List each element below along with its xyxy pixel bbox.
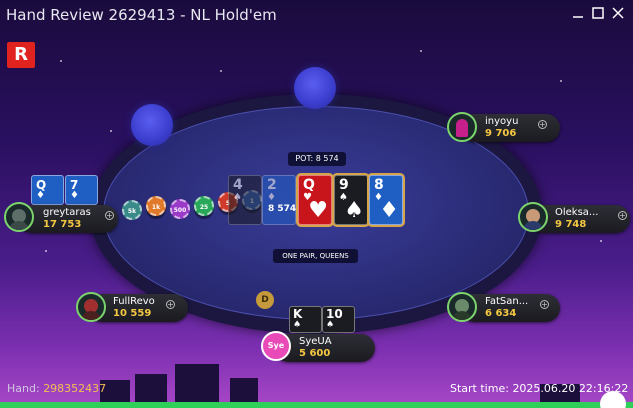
side-amount: 8 574 bbox=[268, 204, 297, 214]
avatar-inyoyu[interactable] bbox=[447, 112, 477, 142]
add-note-icon[interactable]: + bbox=[618, 211, 627, 220]
window-titlebar: Hand Review 2629413 - NL Hold'em bbox=[0, 0, 633, 30]
board-card-4: 9 ♠ ♠ bbox=[334, 175, 368, 225]
card-rank: Q bbox=[303, 177, 315, 193]
player-name: Oleksa... bbox=[555, 207, 599, 218]
star bbox=[560, 80, 562, 82]
avatar-oleksa[interactable] bbox=[518, 202, 548, 232]
empty-seat-top[interactable] bbox=[294, 67, 336, 109]
player-name: FullRevo bbox=[113, 296, 155, 307]
add-note-icon[interactable]: + bbox=[166, 300, 175, 309]
player-name: SyeUA bbox=[299, 336, 332, 347]
board-card-3: Q ♥ ♥ bbox=[298, 175, 332, 225]
minimize-icon[interactable] bbox=[571, 6, 585, 20]
card-suit: ♠ bbox=[326, 320, 335, 330]
logo-letter: R bbox=[14, 44, 28, 65]
player-stack: 9 748 bbox=[555, 219, 587, 230]
player-name: inyoyu bbox=[485, 116, 519, 127]
star bbox=[60, 60, 62, 62]
card-suit-large: ♠ bbox=[344, 198, 364, 223]
hole-card-syeua-1: K ♠ bbox=[289, 306, 322, 333]
avatar-syeua[interactable]: Sye bbox=[261, 331, 291, 361]
hand-id-label: Hand: 298352437 bbox=[7, 382, 106, 395]
hole-card-greytaras-1: Q ♦ bbox=[31, 175, 64, 205]
start-time-prefix: Start time: bbox=[450, 382, 509, 395]
player-stack: 9 706 bbox=[485, 128, 517, 139]
avatar-fullrevo[interactable] bbox=[76, 292, 106, 322]
card-rank: 4 bbox=[233, 177, 243, 193]
maximize-icon[interactable] bbox=[591, 6, 605, 20]
brand-logo: R bbox=[7, 42, 35, 68]
player-name: FatSan... bbox=[485, 296, 529, 307]
card-suit: ♦ bbox=[70, 190, 79, 201]
card-suit-large: ♥ bbox=[308, 198, 328, 223]
board-card-5: 8 ♦ ♦ bbox=[369, 175, 403, 225]
close-icon[interactable] bbox=[611, 6, 625, 20]
board-card-1: 4 ♠ bbox=[228, 175, 262, 225]
hole-card-greytaras-2: 7 ♦ bbox=[65, 175, 98, 205]
chip-1k: 1k bbox=[146, 196, 166, 216]
player-stack: 5 600 bbox=[299, 348, 331, 359]
replay-progress-bar[interactable] bbox=[0, 402, 633, 408]
hole-card-syeua-2: 10 ♠ bbox=[322, 306, 355, 333]
player-stack: 17 753 bbox=[43, 219, 82, 230]
add-note-icon[interactable]: + bbox=[540, 300, 549, 309]
hand-id-value: 298352437 bbox=[43, 382, 107, 395]
chip-5k: 5k bbox=[122, 200, 142, 220]
player-name: greytaras bbox=[43, 207, 91, 218]
star bbox=[45, 250, 47, 252]
star bbox=[600, 240, 602, 242]
board-card-2: 2 ♦ bbox=[262, 175, 296, 225]
star bbox=[110, 130, 112, 132]
player-stack: 10 559 bbox=[113, 308, 152, 319]
card-rank: 2 bbox=[267, 177, 277, 193]
card-suit-large: ♦ bbox=[379, 198, 399, 223]
start-time-label: Start time: 2025.06.20 22:16:22 bbox=[450, 382, 628, 395]
window-title: Hand Review 2629413 - NL Hold'em bbox=[6, 6, 277, 24]
avatar-fatsan[interactable] bbox=[447, 292, 477, 322]
card-suit: ♠ bbox=[233, 192, 242, 203]
hand-id-prefix: Hand: bbox=[7, 382, 40, 395]
avatar-figure bbox=[456, 119, 468, 137]
card-rank: 8 bbox=[374, 177, 384, 193]
card-suit: ♦ bbox=[36, 190, 45, 201]
avatar-initials: Sye bbox=[267, 341, 285, 350]
add-note-icon[interactable]: + bbox=[105, 211, 114, 220]
hand-rank-label: ONE PAIR, QUEENS bbox=[273, 249, 358, 263]
avatar-greytaras[interactable] bbox=[4, 202, 34, 232]
empty-seat-left[interactable] bbox=[131, 104, 173, 146]
star bbox=[220, 70, 222, 72]
star bbox=[420, 50, 422, 52]
card-rank: 9 bbox=[339, 177, 349, 193]
add-note-icon[interactable]: + bbox=[538, 120, 547, 129]
pot-label: POT: 8 574 bbox=[288, 152, 346, 166]
card-suit: ♦ bbox=[267, 192, 276, 203]
chip-25: 25 bbox=[194, 196, 214, 216]
dealer-button: D bbox=[256, 291, 274, 309]
chip-500: 500 bbox=[170, 199, 190, 219]
player-stack: 6 634 bbox=[485, 308, 517, 319]
card-suit: ♠ bbox=[293, 320, 302, 330]
